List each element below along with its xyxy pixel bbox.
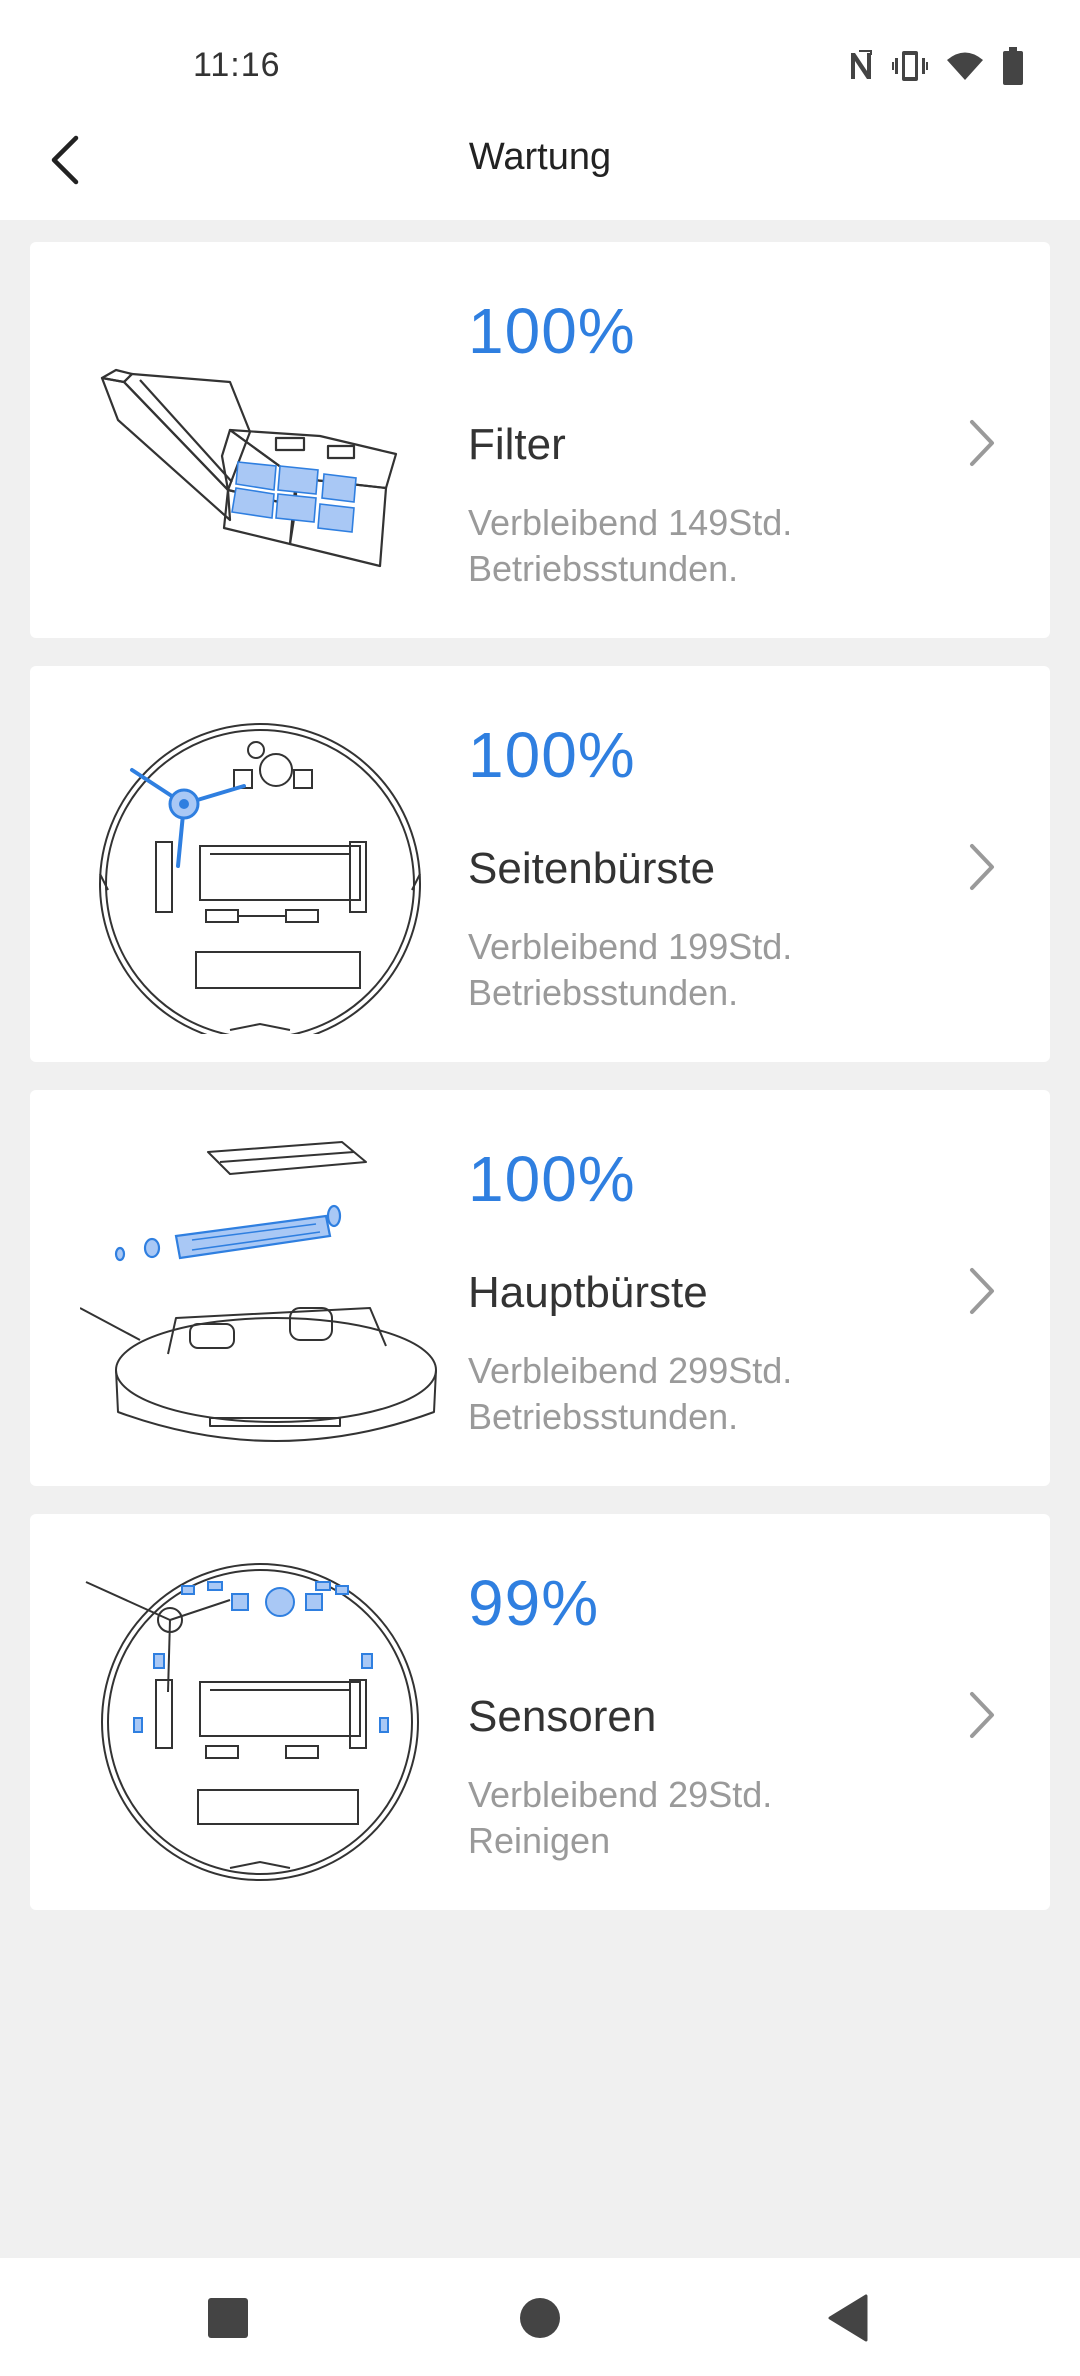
home-button[interactable] — [510, 2288, 570, 2348]
main-brush-remaining: Verbleibend 299Std. Betriebsstunden. — [468, 1348, 792, 1440]
main-brush-illustration — [80, 1141, 437, 1442]
main-brush-name: Hauptbürste — [468, 1268, 708, 1317]
status-time: 11:16 — [193, 46, 281, 84]
maintenance-card-sensors[interactable]: 99% Sensoren Verbleibend 29Std. Reinigen — [30, 1514, 1050, 1910]
chevron-right-icon — [970, 844, 994, 890]
sensors-remaining-unit: Reinigen — [468, 1820, 611, 1861]
filter-percent: 100% — [468, 295, 636, 367]
filter-remaining-unit: Betriebsstunden. — [468, 548, 739, 589]
sensor-illustration — [85, 1563, 419, 1881]
side-brush-illustration — [99, 723, 421, 1034]
home-circle-icon — [520, 2298, 560, 2338]
chevron-right-icon — [970, 1268, 994, 1314]
main-brush-remaining-unit: Betriebsstunden. — [468, 1396, 739, 1437]
nav-back-button[interactable] — [818, 2288, 878, 2348]
wifi-icon — [946, 51, 984, 81]
side-brush-name: Seitenbürste — [468, 844, 716, 893]
chevron-right-icon — [970, 1692, 994, 1738]
filter-remaining: Verbleibend 149Std. Betriebsstunden. — [468, 500, 792, 592]
sensors-remaining-hours: Verbleibend 29Std. — [468, 1774, 773, 1815]
side-brush-remaining-unit: Betriebsstunden. — [468, 972, 739, 1013]
vibrate-icon — [892, 49, 928, 83]
filter-name: Filter — [468, 420, 566, 469]
recents-button[interactable] — [198, 2288, 258, 2348]
side-brush-remaining: Verbleibend 199Std. Betriebsstunden. — [468, 924, 792, 1016]
filter-illustration — [100, 368, 398, 568]
nfc-icon — [848, 49, 874, 83]
top-app-bar: Wartung — [0, 100, 1080, 220]
maintenance-card-side-brush[interactable]: 100% Seitenbürste Verbleibend 199Std. Be… — [30, 666, 1050, 1062]
sensors-name: Sensoren — [468, 1692, 657, 1741]
status-icons — [848, 44, 1024, 88]
maintenance-card-main-brush[interactable]: 100% Hauptbürste Verbleibend 299Std. Bet… — [30, 1090, 1050, 1486]
recents-square-icon — [208, 2298, 248, 2338]
back-triangle-icon — [828, 2294, 868, 2342]
side-brush-percent: 100% — [468, 719, 636, 791]
side-brush-remaining-hours: Verbleibend 199Std. — [468, 926, 793, 967]
sensors-remaining: Verbleibend 29Std. Reinigen — [468, 1772, 772, 1864]
battery-icon — [1002, 47, 1024, 85]
main-brush-percent: 100% — [468, 1143, 636, 1215]
system-navigation-bar — [0, 2258, 1080, 2376]
maintenance-card-filter[interactable]: 100% Filter Verbleibend 149Std. Betriebs… — [30, 242, 1050, 638]
chevron-right-icon — [970, 420, 994, 466]
page-title: Wartung — [468, 136, 612, 178]
main-brush-remaining-hours: Verbleibend 299Std. — [468, 1350, 793, 1391]
filter-remaining-hours: Verbleibend 149Std. — [468, 502, 793, 543]
sensors-percent: 99% — [468, 1567, 600, 1639]
